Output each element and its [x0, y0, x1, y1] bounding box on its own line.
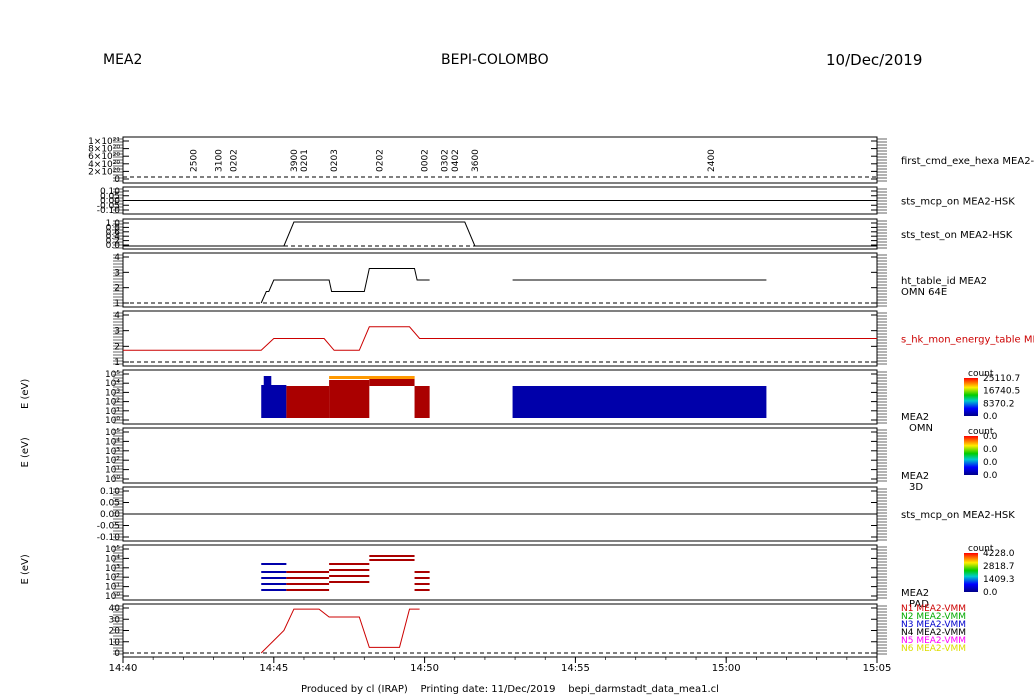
panel-vmm-ytick-label: 20: [109, 627, 121, 637]
panel-first_cmd_exe_hexa-annotation: 3100: [215, 149, 225, 172]
panel-mea2_3d-ylabel: E (eV): [20, 437, 31, 467]
omn-spectrogram-block: [261, 385, 287, 418]
x-axis-tick-label: 14:45: [259, 663, 288, 674]
x-axis-tick-label: 14:40: [109, 663, 138, 674]
panel-sts_mcp_on_1-side-label: sts_mcp_on MEA2-HSK: [901, 197, 1015, 208]
pad-spectrogram-line: [261, 563, 287, 565]
panel-mea2_3d-colorbar: [964, 436, 978, 475]
panel-sts_test_on-side-label: sts_test_on MEA2-HSK: [901, 230, 1013, 241]
x-axis-tick-label: 15:05: [863, 663, 892, 674]
panel-first_cmd_exe_hexa-annotation: 0402: [451, 149, 461, 172]
panel-sts_mcp_on_2-ytick-label: 0.00: [100, 510, 120, 520]
panel-sts_mcp_on_2-side-label: sts_mcp_on MEA2-HSK: [901, 510, 1015, 521]
panel-mea2_pad-colorbar-tick-label: 2818.7: [983, 562, 1015, 572]
panel-mea2_3d-colorbar-tick-label: 0.0: [983, 432, 998, 442]
panel-first_cmd_exe_hexa-annotation: 0201: [300, 149, 310, 172]
panel-first_cmd_exe_hexa-side-label: first_cmd_exe_hexa MEA2-: [901, 156, 1034, 167]
panel-vmm-frame: [122, 603, 878, 658]
pad-spectrogram-line: [286, 589, 330, 591]
panel-sts_test_on-ytick-label: 0.0: [106, 241, 121, 251]
vmm-legend-entry: N6 MEA2-VMM: [901, 644, 966, 654]
panel-mea2_pad-ytick-label: 10⁰: [105, 592, 120, 602]
pad-spectrogram-line: [329, 569, 370, 571]
pad-spectrogram-line: [261, 589, 287, 591]
pad-spectrogram-line: [414, 589, 430, 591]
panel-mea2_pad-colorbar: [964, 553, 978, 592]
panel-first_cmd_exe_hexa-annotation: 0002: [421, 149, 431, 172]
panel-s_hk_mon_energy_table-side-label: s_hk_mon_energy_table ME: [901, 335, 1034, 346]
panel-sts_mcp_on_2-ytick-label: -0.10: [97, 533, 121, 543]
panel-mea2_3d-colorbar-tick-label: 0.0: [983, 458, 998, 468]
panel-mea2_omn-ylabel: E (eV): [20, 379, 31, 409]
pad-spectrogram-line: [329, 581, 370, 583]
panel-mea2_3d-ytick-label: 10⁰: [105, 475, 120, 485]
pad-spectrogram-line: [261, 571, 287, 573]
panel-mea2_omn-colorbar: [964, 378, 978, 416]
panel-mea2_3d-frame: [122, 427, 878, 484]
panel-first_cmd_exe_hexa-annotation: 0302: [441, 149, 451, 172]
omn-spectrogram-peak-band: [329, 376, 415, 379]
panel-sts_mcp_on_1-ytick-label: -0.10: [97, 206, 121, 216]
pad-spectrogram-line: [329, 563, 370, 565]
panel-first_cmd_exe_hexa-annotation: 0202: [375, 149, 385, 172]
panel-s_hk_mon_energy_table-series-line: [123, 326, 877, 351]
panel-mea2_3d-colorbar-tick-label: 0.0: [983, 445, 998, 455]
x-axis-tick-label: 14:50: [410, 663, 439, 674]
panel-first_cmd_exe_hexa-annotation: 0202: [230, 149, 240, 172]
panel-mea2_omn-ytick-label: 10⁰: [105, 416, 120, 426]
footer: Produced by cl (IRAP) Printing date: 11/…: [301, 684, 719, 695]
pad-spectrogram-line: [414, 577, 430, 579]
panel-sts_test_on-frame: [122, 218, 878, 250]
panel-s_hk_mon_energy_table-ytick-label: 2: [114, 342, 120, 352]
pad-spectrogram-line: [369, 555, 415, 557]
panel-s_hk_mon_energy_table-ytick-label: 1: [114, 358, 120, 368]
panel-mea2_omn-colorbar-tick-label: 0.0: [983, 412, 998, 422]
panel-first_cmd_exe_hexa-annotation: 0203: [330, 149, 340, 172]
panel-mea2_3d-side-label: MEA2: [901, 471, 929, 482]
panel-first_cmd_exe_hexa-ytick-label: 0: [114, 175, 120, 185]
omn-spectrogram-block: [286, 386, 330, 418]
panel-ht_table_id-side-label: ht_table_id MEA2: [901, 276, 987, 287]
panel-mea2_pad-frame: [122, 544, 878, 601]
panel-ht_table_id-side-label-2: OMN 64E: [901, 287, 947, 298]
panel-mea2_pad-ylabel: E (eV): [20, 554, 31, 584]
panel-mea2_3d-side-label-2: 3D: [909, 482, 923, 493]
panel-first_cmd_exe_hexa-annotation: 2500: [189, 149, 199, 172]
panel-first_cmd_exe_hexa-annotation: 3600: [471, 149, 481, 172]
panel-mea2_omn-colorbar-tick-label: 8370.2: [983, 399, 1015, 409]
pad-spectrogram-line: [414, 583, 430, 585]
omn-spectrogram-block: [329, 380, 370, 418]
panel-mea2_pad-colorbar-tick-label: 4228.0: [983, 549, 1015, 559]
panel-first_cmd_exe_hexa-annotation: 3900: [290, 149, 300, 172]
panel-mea2_pad-colorbar-tick-label: 1409.3: [983, 575, 1015, 585]
x-axis-tick-label: 15:00: [712, 663, 741, 674]
pad-spectrogram-line: [261, 583, 287, 585]
chart-canvas: 1×10²¹8×10²⁰6×10²⁰4×10²⁰2×10²⁰0first_cmd…: [20, 136, 1034, 674]
panel-first_cmd_exe_hexa-annotation: 2400: [707, 149, 717, 172]
x-axis-tick-label: 14:55: [561, 663, 590, 674]
panel-mea2_omn-side-label: MEA2: [901, 412, 929, 423]
pad-spectrogram-line: [261, 577, 287, 579]
pad-spectrogram-line: [369, 559, 415, 561]
omn-spectrogram-block: [512, 386, 767, 418]
panel-mea2_omn-colorbar-tick-label: 16740.5: [983, 387, 1020, 397]
panel-mea2_omn-side-label-2: OMN: [909, 423, 933, 434]
panel-mea2_pad-side-label: MEA2: [901, 588, 929, 599]
panel-mea2_omn-colorbar-tick-label: 25110.7: [983, 374, 1020, 384]
omn-spectrogram-block: [414, 386, 430, 418]
panel-mea2_pad-colorbar-tick-label: 0.0: [983, 588, 998, 598]
pad-spectrogram-line: [286, 571, 330, 573]
panel-ht_table_id-series-line: [260, 268, 430, 304]
omn-spectrogram-block: [263, 376, 272, 385]
pad-spectrogram-line: [286, 577, 330, 579]
panel-vmm-series-line: [260, 608, 420, 654]
pad-spectrogram-line: [286, 583, 330, 585]
panel-mea2_3d-colorbar-tick-label: 0.0: [983, 471, 998, 481]
panel-ht_table_id-ytick-label: 1: [114, 299, 120, 309]
pad-spectrogram-line: [329, 575, 370, 577]
panel-sts_test_on-series-line: [123, 221, 877, 247]
panel-sts_mcp_on_2-ytick-label: -0.05: [97, 522, 120, 532]
pad-spectrogram-line: [414, 571, 430, 573]
